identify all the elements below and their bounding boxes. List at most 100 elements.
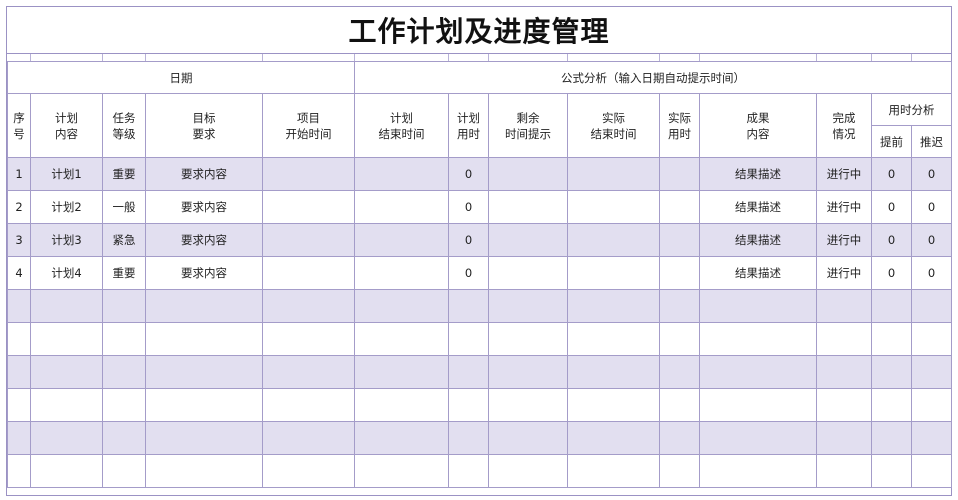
cell-level[interactable]: 一般 <box>102 190 146 224</box>
cell-start[interactable] <box>261 421 356 455</box>
cell-plan-end[interactable] <box>354 223 450 257</box>
cell-level[interactable]: 紧急 <box>102 223 146 257</box>
cell-result[interactable] <box>699 355 818 389</box>
cell-target[interactable]: 要求内容 <box>145 157 263 191</box>
cell-delay[interactable]: 0 <box>911 223 953 257</box>
cell-actual-end[interactable] <box>567 190 661 224</box>
cell-plan-days[interactable]: 0 <box>448 190 490 224</box>
cell-ahead[interactable] <box>871 454 913 488</box>
cell-remain[interactable] <box>488 388 569 422</box>
cell-result[interactable] <box>699 322 818 356</box>
cell-plan[interactable] <box>30 355 103 389</box>
cell-plan-days[interactable] <box>448 355 490 389</box>
cell-plan-days[interactable] <box>448 289 490 323</box>
cell-target[interactable]: 要求内容 <box>145 223 263 257</box>
cell-seq[interactable] <box>7 454 31 488</box>
cell-actual-end[interactable] <box>567 289 661 323</box>
cell-status[interactable] <box>816 322 873 356</box>
cell-target[interactable] <box>145 454 263 488</box>
cell-plan[interactable] <box>30 289 103 323</box>
cell-seq[interactable]: 4 <box>7 256 31 290</box>
cell-actual-end[interactable] <box>567 421 661 455</box>
cell-ahead[interactable]: 0 <box>871 223 913 257</box>
cell-remain[interactable] <box>488 256 569 290</box>
cell-seq[interactable] <box>7 289 31 323</box>
cell-remain[interactable] <box>488 421 569 455</box>
cell-delay[interactable]: 0 <box>911 190 953 224</box>
cell-delay[interactable]: 0 <box>911 256 953 290</box>
cell-ahead[interactable]: 0 <box>871 256 913 290</box>
cell-plan-end[interactable] <box>354 421 450 455</box>
cell-actual-days[interactable] <box>659 355 701 389</box>
cell-plan-days[interactable]: 0 <box>448 223 490 257</box>
cell-start[interactable] <box>261 157 356 191</box>
cell-ahead[interactable] <box>871 421 913 455</box>
cell-plan[interactable] <box>30 421 103 455</box>
cell-actual-days[interactable] <box>659 322 701 356</box>
cell-actual-days[interactable] <box>659 421 701 455</box>
cell-plan-end[interactable] <box>354 322 450 356</box>
cell-plan-end[interactable] <box>354 355 450 389</box>
cell-start[interactable] <box>261 289 356 323</box>
cell-plan-end[interactable] <box>354 388 450 422</box>
cell-status[interactable] <box>816 289 873 323</box>
cell-remain[interactable] <box>488 355 569 389</box>
cell-delay[interactable] <box>911 388 953 422</box>
cell-status[interactable] <box>816 454 873 488</box>
cell-start[interactable] <box>261 454 356 488</box>
cell-remain[interactable] <box>488 157 569 191</box>
cell-level[interactable] <box>102 388 146 422</box>
cell-target[interactable] <box>145 388 263 422</box>
cell-plan-days[interactable]: 0 <box>448 157 490 191</box>
cell-delay[interactable] <box>911 289 953 323</box>
cell-actual-days[interactable] <box>659 256 701 290</box>
cell-ahead[interactable] <box>871 388 913 422</box>
cell-status[interactable]: 进行中 <box>816 190 873 224</box>
cell-plan[interactable]: 计划1 <box>30 157 103 191</box>
cell-result[interactable] <box>699 421 818 455</box>
cell-actual-days[interactable] <box>659 223 701 257</box>
cell-status[interactable] <box>816 421 873 455</box>
cell-result[interactable]: 结果描述 <box>699 190 818 224</box>
cell-actual-end[interactable] <box>567 157 661 191</box>
cell-level[interactable] <box>102 454 146 488</box>
cell-seq[interactable]: 1 <box>7 157 31 191</box>
cell-actual-days[interactable] <box>659 190 701 224</box>
cell-level[interactable] <box>102 289 146 323</box>
cell-start[interactable] <box>261 256 356 290</box>
cell-seq[interactable] <box>7 355 31 389</box>
cell-plan[interactable] <box>30 322 103 356</box>
cell-delay[interactable] <box>911 322 953 356</box>
cell-status[interactable]: 进行中 <box>816 223 873 257</box>
cell-ahead[interactable]: 0 <box>871 157 913 191</box>
cell-start[interactable] <box>261 223 356 257</box>
cell-plan[interactable] <box>30 388 103 422</box>
cell-ahead[interactable]: 0 <box>871 190 913 224</box>
cell-plan-days[interactable]: 0 <box>448 256 490 290</box>
cell-seq[interactable] <box>7 388 31 422</box>
cell-seq[interactable]: 3 <box>7 223 31 257</box>
cell-ahead[interactable] <box>871 322 913 356</box>
cell-actual-days[interactable] <box>659 157 701 191</box>
cell-level[interactable] <box>102 421 146 455</box>
cell-plan[interactable]: 计划3 <box>30 223 103 257</box>
cell-plan-days[interactable] <box>448 454 490 488</box>
cell-result[interactable]: 结果描述 <box>699 223 818 257</box>
cell-actual-days[interactable] <box>659 388 701 422</box>
cell-status[interactable]: 进行中 <box>816 256 873 290</box>
cell-result[interactable] <box>699 454 818 488</box>
cell-delay[interactable] <box>911 355 953 389</box>
cell-result[interactable] <box>699 289 818 323</box>
cell-actual-end[interactable] <box>567 388 661 422</box>
cell-status[interactable]: 进行中 <box>816 157 873 191</box>
cell-remain[interactable] <box>488 454 569 488</box>
cell-plan[interactable] <box>30 454 103 488</box>
cell-level[interactable]: 重要 <box>102 256 146 290</box>
cell-actual-end[interactable] <box>567 256 661 290</box>
cell-actual-end[interactable] <box>567 454 661 488</box>
cell-actual-days[interactable] <box>659 454 701 488</box>
cell-target[interactable] <box>145 355 263 389</box>
cell-target[interactable] <box>145 421 263 455</box>
cell-actual-end[interactable] <box>567 355 661 389</box>
cell-status[interactable] <box>816 388 873 422</box>
